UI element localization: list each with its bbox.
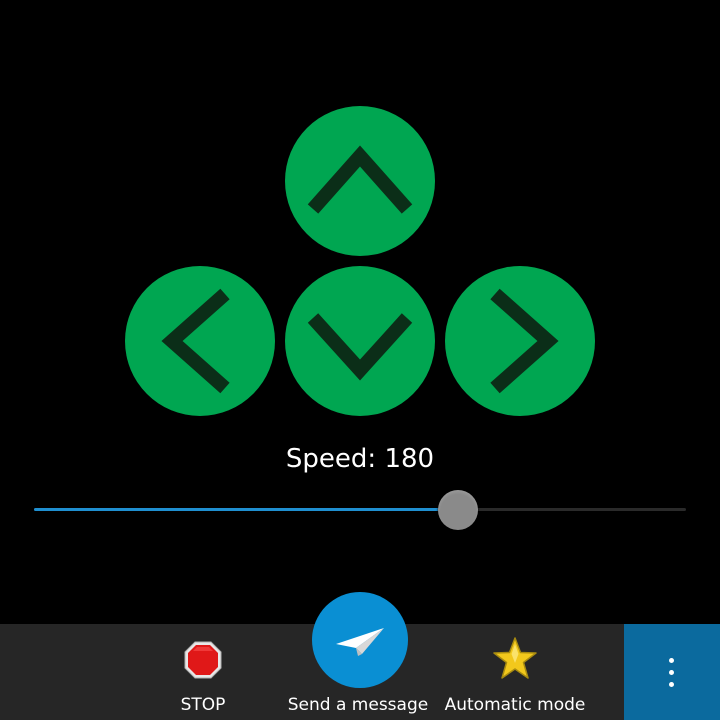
chevron-right-icon [490, 288, 559, 394]
left-button[interactable] [125, 266, 275, 416]
paper-plane-icon [336, 628, 384, 656]
up-button[interactable] [285, 106, 435, 256]
down-button[interactable] [285, 266, 435, 416]
overflow-menu-button[interactable] [624, 624, 720, 720]
star-icon [493, 637, 537, 679]
chevron-up-icon [307, 145, 413, 214]
speed-label: Speed: 180 [285, 444, 435, 474]
stop-sign-icon [184, 641, 222, 679]
automatic-mode-label: Automatic mode [444, 695, 586, 715]
stop-label: STOP [180, 695, 226, 715]
speed-slider[interactable] [34, 490, 686, 530]
automatic-mode-action[interactable]: Automatic mode [440, 624, 590, 720]
slider-fill [34, 508, 459, 511]
slider-thumb[interactable] [438, 490, 479, 530]
right-button[interactable] [445, 266, 595, 416]
stop-action[interactable]: STOP [153, 624, 253, 720]
send-message-button[interactable] [312, 592, 408, 688]
chevron-down-icon [307, 313, 413, 381]
chevron-left-icon [161, 288, 230, 394]
send-message-label: Send a message [287, 695, 429, 715]
